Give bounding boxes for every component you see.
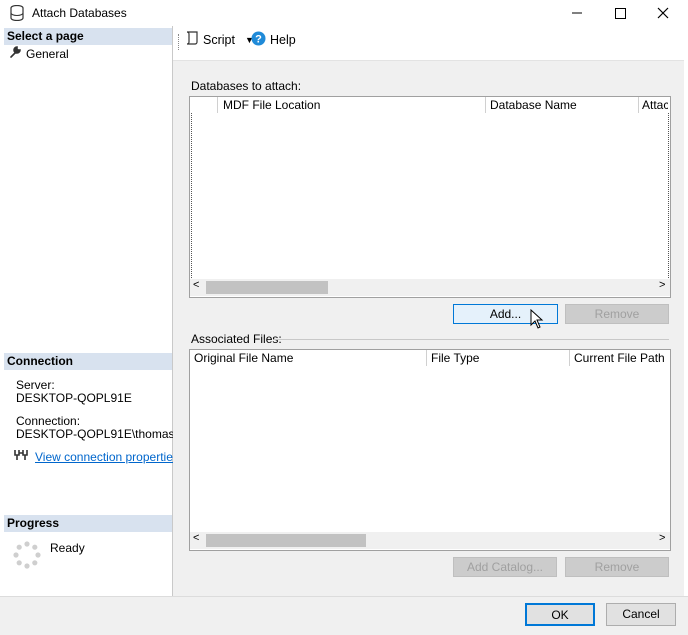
associated-grid-header: Original File Name File Type Current Fil…: [190, 350, 670, 366]
title-bar: Attach Databases: [0, 0, 688, 26]
page-item-general[interactable]: General: [8, 45, 69, 62]
cancel-button[interactable]: Cancel: [606, 603, 676, 626]
column-header-current-file-path[interactable]: Current File Path: [574, 350, 668, 366]
close-icon: [657, 7, 669, 19]
column-separator: [426, 350, 427, 366]
ok-button[interactable]: OK: [525, 603, 595, 626]
help-button[interactable]: ? Help: [251, 31, 296, 49]
scroll-thumb[interactable]: [206, 534, 366, 547]
help-icon: ?: [251, 31, 266, 49]
mouse-cursor-icon: [530, 308, 544, 332]
progress-spinner-icon: [12, 540, 42, 573]
svg-text:?: ?: [255, 34, 262, 46]
add-catalog-button[interactable]: Add Catalog...: [453, 557, 557, 577]
column-header-mdf-location[interactable]: MDF File Location: [223, 97, 483, 113]
left-panel: [4, 26, 173, 596]
server-label: Server:: [16, 378, 55, 392]
databases-grid[interactable]: MDF File Location Database Name Attach A…: [189, 96, 671, 298]
column-separator: [638, 97, 639, 113]
minimize-button[interactable]: [554, 0, 600, 26]
server-value: DESKTOP-QOPL91E: [16, 391, 132, 405]
associated-files-label: Associated Files:: [191, 332, 282, 346]
connection-label: Connection:: [16, 414, 81, 428]
databases-label: Databases to attach:: [191, 79, 302, 93]
associated-files-grid[interactable]: Original File Name File Type Current Fil…: [189, 349, 671, 551]
wrench-icon: [8, 45, 22, 62]
databases-grid-header: MDF File Location Database Name Attach A…: [190, 97, 670, 113]
page-item-label: General: [26, 46, 69, 61]
scroll-left-icon[interactable]: <: [193, 279, 199, 291]
window-title: Attach Databases: [32, 6, 127, 20]
script-icon: [185, 31, 199, 49]
toolbar: Script ▼ ? Help: [173, 26, 684, 61]
view-connection-properties-link[interactable]: View connection properties: [35, 450, 179, 464]
column-header-database-name[interactable]: Database Name: [490, 97, 635, 113]
scroll-thumb[interactable]: [206, 281, 328, 294]
script-button[interactable]: Script ▼: [185, 31, 254, 49]
associated-files-divider: [274, 339, 669, 340]
scroll-right-icon[interactable]: >: [659, 279, 665, 291]
maximize-button[interactable]: [597, 0, 643, 26]
column-header-attach-as[interactable]: Attach As: [642, 97, 668, 113]
connection-header: Connection: [4, 353, 172, 370]
script-label: Script: [203, 33, 235, 47]
column-separator: [485, 97, 486, 113]
scroll-left-icon[interactable]: <: [193, 532, 199, 544]
remove-file-button[interactable]: Remove: [565, 557, 669, 577]
connection-icon: [13, 448, 29, 465]
remove-database-button[interactable]: Remove: [565, 304, 669, 324]
view-connection-properties[interactable]: View connection properties: [13, 448, 179, 465]
close-button[interactable]: [640, 0, 686, 26]
associated-hscrollbar[interactable]: < >: [190, 532, 670, 549]
help-label: Help: [270, 33, 296, 47]
toolbar-grip: [178, 34, 180, 50]
databases-hscrollbar[interactable]: < >: [190, 279, 670, 296]
select-page-header: Select a page: [4, 28, 172, 45]
column-header-file-type[interactable]: File Type: [431, 350, 566, 366]
column-separator: [569, 350, 570, 366]
progress-header: Progress: [4, 515, 172, 532]
progress-status: Ready: [50, 541, 85, 555]
column-header-original-file-name[interactable]: Original File Name: [194, 350, 424, 366]
connection-value: DESKTOP-QOPL91E\thomas: [16, 427, 175, 441]
database-icon: [10, 4, 24, 24]
scroll-right-icon[interactable]: >: [659, 532, 665, 544]
column-separator: [217, 97, 218, 113]
